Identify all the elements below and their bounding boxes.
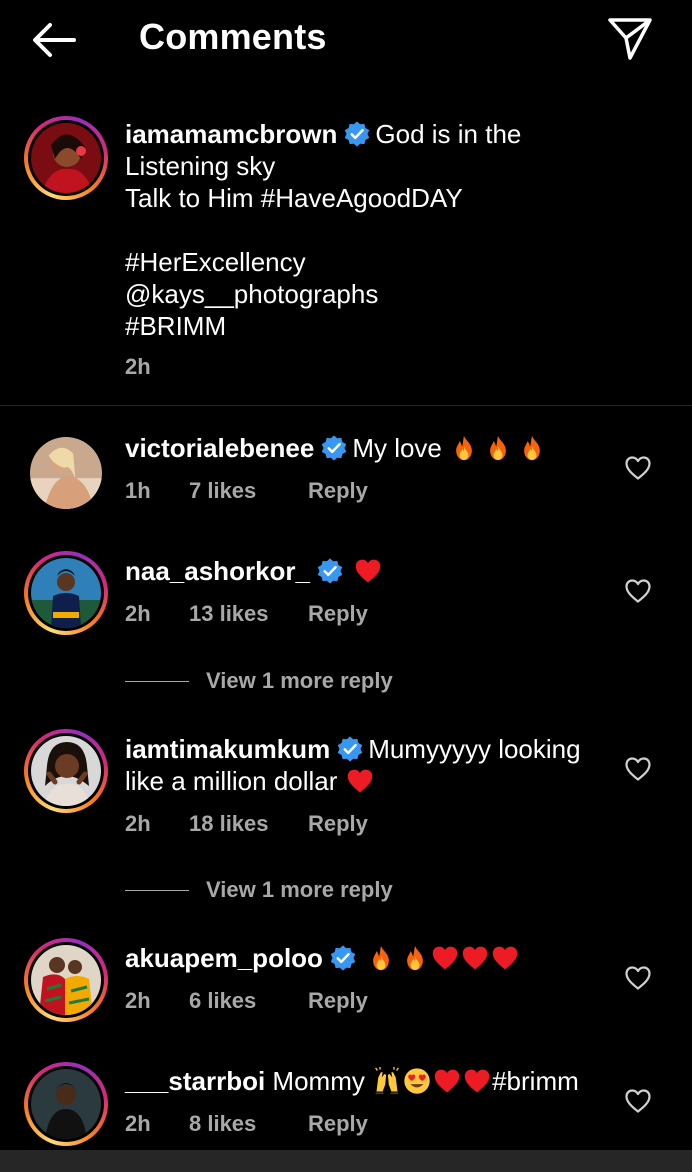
comment-likes[interactable]: 7 likes — [189, 478, 308, 504]
comment-meta: 2h 8 likes Reply — [125, 1111, 368, 1137]
comment-username[interactable]: iamtimakumkum — [125, 734, 330, 764]
comment-likes[interactable]: 18 likes — [189, 811, 308, 837]
like-button[interactable] — [624, 455, 652, 481]
verified-badge-icon — [343, 120, 371, 148]
red-heart-emoji-icon — [431, 944, 459, 972]
caption-mention[interactable]: @kays__photographs — [125, 278, 665, 310]
like-button[interactable] — [624, 1088, 652, 1114]
comment-username[interactable]: ___starrboi — [125, 1066, 265, 1096]
reply-button[interactable]: Reply — [308, 478, 368, 504]
caption-line: Talk to Him #HaveAgoodDAY — [125, 183, 463, 213]
divider — [0, 405, 692, 406]
caption-line: Listening sky — [125, 151, 276, 181]
comment-text: My love — [352, 433, 442, 463]
bottom-input-bar[interactable] — [0, 1150, 692, 1172]
comment-timestamp: 2h — [125, 601, 151, 626]
comment-username[interactable]: victorialebenee — [125, 433, 314, 463]
comment-timestamp: 2h — [125, 1111, 151, 1136]
header-bar: Comments — [0, 0, 692, 80]
share-button[interactable] — [606, 16, 654, 62]
comment-body: iamtimakumkum Mumyyyyy looking like a mill… — [125, 733, 615, 797]
divider-line — [125, 680, 189, 682]
view-more-replies-label: View 1 more reply — [206, 668, 393, 693]
view-more-replies-button[interactable]: View 1 more reply — [125, 877, 393, 903]
caption-hashtag[interactable]: #HerExcellency — [125, 246, 665, 278]
comment-avatar[interactable] — [24, 729, 108, 813]
comment-text: Mommy — [272, 1066, 365, 1096]
comment-avatar[interactable] — [24, 551, 108, 635]
fire-emoji-icon — [367, 944, 395, 972]
comment-meta: 2h 18 likes Reply — [125, 811, 368, 837]
fire-emoji-icon — [484, 434, 512, 462]
raising-hands-emoji-icon — [373, 1067, 401, 1095]
heart-outline-icon — [624, 578, 652, 604]
caption-username[interactable]: iamamamcbrown — [125, 119, 337, 149]
comment-text: Mumyyyyy looking — [368, 734, 581, 764]
comment-likes[interactable]: 13 likes — [189, 601, 308, 627]
red-heart-emoji-icon — [354, 557, 382, 585]
comment-text: like a million dollar — [125, 766, 338, 796]
comment-timestamp: 1h — [125, 478, 151, 503]
reply-button[interactable]: Reply — [308, 601, 368, 627]
verified-badge-icon — [320, 434, 348, 462]
like-button[interactable] — [624, 965, 652, 991]
comment-username[interactable]: akuapem_poloo — [125, 943, 323, 973]
comment-likes[interactable]: 6 likes — [189, 988, 308, 1014]
fire-emoji-icon — [401, 944, 429, 972]
view-more-replies-button[interactable]: View 1 more reply — [125, 668, 393, 694]
divider-line — [125, 889, 189, 891]
comment-avatar[interactable] — [24, 938, 108, 1022]
comment-likes[interactable]: 8 likes — [189, 1111, 308, 1137]
red-heart-emoji-icon — [346, 767, 374, 795]
heart-outline-icon — [624, 455, 652, 481]
arrow-left-icon — [33, 23, 76, 57]
red-heart-emoji-icon — [461, 944, 489, 972]
reply-button[interactable]: Reply — [308, 1111, 368, 1137]
caption-timestamp: 2h — [125, 354, 151, 379]
comment-avatar[interactable] — [24, 1062, 108, 1146]
fire-emoji-icon — [450, 434, 478, 462]
reply-button[interactable]: Reply — [308, 811, 368, 837]
reply-button[interactable]: Reply — [308, 988, 368, 1014]
heart-outline-icon — [624, 756, 652, 782]
comment-meta: 2h 6 likes Reply — [125, 988, 368, 1014]
comment-meta: 2h 13 likes Reply — [125, 601, 368, 627]
comment-body: ___starrboi Mommy #brimm — [125, 1065, 625, 1097]
comment-body: victorialebenee My love — [125, 432, 615, 464]
comment-avatar[interactable] — [30, 437, 102, 509]
heart-outline-icon — [624, 965, 652, 991]
back-button[interactable] — [30, 20, 78, 60]
verified-badge-icon — [336, 735, 364, 763]
heart-outline-icon — [624, 1088, 652, 1114]
comment-body: naa_ashorkor_ — [125, 555, 615, 587]
caption-text: iamamamcbrown God is in the Listening sky… — [125, 118, 665, 342]
red-heart-emoji-icon — [463, 1067, 491, 1095]
view-more-replies-label: View 1 more reply — [206, 877, 393, 902]
red-heart-emoji-icon — [491, 944, 519, 972]
paper-plane-icon — [608, 18, 652, 60]
caption-line — [125, 214, 665, 246]
heart-eyes-emoji-icon — [403, 1067, 431, 1095]
red-heart-emoji-icon — [433, 1067, 461, 1095]
verified-badge-icon — [316, 557, 344, 585]
comment-username[interactable]: naa_ashorkor_ — [125, 556, 310, 586]
like-button[interactable] — [624, 578, 652, 604]
like-button[interactable] — [624, 756, 652, 782]
comment-timestamp: 2h — [125, 811, 151, 836]
comment-body: akuapem_poloo — [125, 942, 615, 974]
verified-badge-icon — [329, 944, 357, 972]
fire-emoji-icon — [518, 434, 546, 462]
caption-avatar[interactable] — [24, 116, 108, 200]
comment-meta: 1h 7 likes Reply — [125, 478, 368, 504]
page-title: Comments — [139, 16, 327, 57]
comment-hashtag[interactable]: #brimm — [492, 1066, 579, 1096]
comment-timestamp: 2h — [125, 988, 151, 1013]
caption-hashtag[interactable]: #BRIMM — [125, 310, 665, 342]
caption-line: God is in the — [375, 119, 522, 149]
